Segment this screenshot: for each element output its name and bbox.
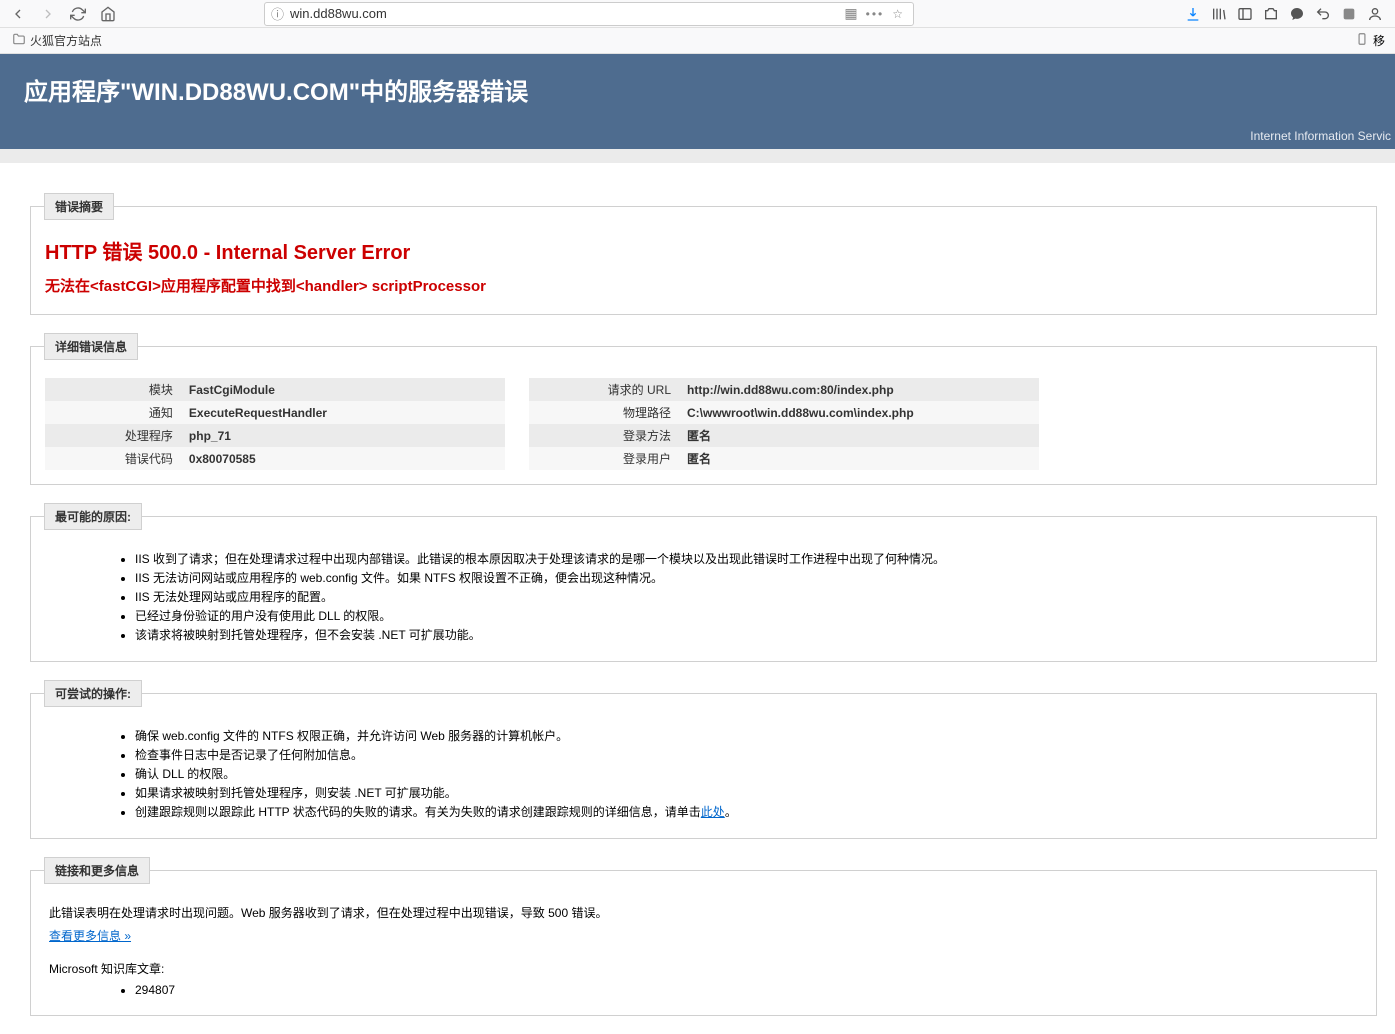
error-summary-section: 错误摘要 HTTP 错误 500.0 - Internal Server Err… — [30, 193, 1377, 315]
reload-button[interactable] — [64, 1, 92, 27]
home-button[interactable] — [94, 1, 122, 27]
page-title: 应用程序"WIN.DD88WU.COM"中的服务器错误 — [24, 72, 1371, 107]
back-button[interactable] — [4, 1, 32, 27]
kb-list: 294807 — [135, 983, 1362, 997]
action-text-suffix: 。 — [725, 805, 737, 819]
actions-legend: 可尝试的操作: — [44, 680, 142, 707]
detail-label: 请求的 URL — [529, 378, 679, 401]
table-row: 请求的 URLhttp://win.dd88wu.com:80/index.ph… — [529, 378, 1039, 401]
table-row: 模块FastCgiModule — [45, 378, 505, 401]
list-item: 如果请求被映射到托管处理程序，则安装 .NET 可扩展功能。 — [135, 784, 1362, 801]
page-header: 应用程序"WIN.DD88WU.COM"中的服务器错误 Internet Inf… — [0, 54, 1395, 149]
bookmark-label: 火狐官方站点 — [30, 32, 102, 49]
more-info-legend: 链接和更多信息 — [44, 857, 150, 884]
detail-value: 0x80070585 — [181, 447, 505, 470]
causes-section: 最可能的原因: IIS 收到了请求；但在处理请求过程中出现内部错误。此错误的根本… — [30, 503, 1377, 662]
details-table-left: 模块FastCgiModule 通知ExecuteRequestHandler … — [45, 378, 505, 470]
detail-label: 模块 — [45, 378, 181, 401]
detail-value: http://win.dd88wu.com:80/index.php — [679, 378, 1039, 401]
bookmark-star-icon[interactable]: ☆ — [892, 7, 903, 21]
error-summary-legend: 错误摘要 — [44, 193, 114, 220]
more-icon[interactable]: ••• — [866, 7, 885, 21]
details-legend: 详细错误信息 — [44, 333, 138, 360]
detail-value: 匿名 — [679, 424, 1039, 447]
more-info-section: 链接和更多信息 此错误表明在处理请求时出现问题。Web 服务器收到了请求，但在处… — [30, 857, 1377, 1016]
detail-label: 错误代码 — [45, 447, 181, 470]
extension-icon[interactable] — [1339, 4, 1359, 24]
list-item: 检查事件日志中是否记录了任何附加信息。 — [135, 746, 1362, 763]
forward-button[interactable] — [34, 1, 62, 27]
downloads-icon[interactable] — [1183, 4, 1203, 24]
error-subtitle: 无法在<fastCGI>应用程序配置中找到<handler> scriptPro… — [45, 275, 1362, 296]
list-item: 已经过身份验证的用户没有使用此 DLL 的权限。 — [135, 607, 1362, 624]
list-item: IIS 无法访问网站或应用程序的 web.config 文件。如果 NTFS 权… — [135, 569, 1362, 586]
folder-icon — [12, 32, 26, 49]
detail-value: 匿名 — [679, 447, 1039, 470]
browser-toolbar: ⓘ ▦ ••• ☆ — [0, 0, 1395, 28]
causes-list: IIS 收到了请求；但在处理请求过程中出现内部错误。此错误的根本原因取决于处理该… — [135, 550, 1362, 643]
list-item: 创建跟踪规则以跟踪此 HTTP 状态代码的失败的请求。有关为失败的请求创建跟踪规… — [135, 803, 1362, 820]
detail-label: 通知 — [45, 401, 181, 424]
list-item: IIS 收到了请求；但在处理请求过程中出现内部错误。此错误的根本原因取决于处理该… — [135, 550, 1362, 567]
details-section: 详细错误信息 模块FastCgiModule 通知ExecuteRequestH… — [30, 333, 1377, 485]
table-row: 登录用户匿名 — [529, 447, 1039, 470]
list-item: 确保 web.config 文件的 NTFS 权限正确，并允许访问 Web 服务… — [135, 727, 1362, 744]
trace-rules-link[interactable]: 此处 — [701, 805, 725, 819]
detail-label: 处理程序 — [45, 424, 181, 447]
detail-label: 物理路径 — [529, 401, 679, 424]
iis-label: Internet Information Servic — [1250, 129, 1391, 143]
actions-section: 可尝试的操作: 确保 web.config 文件的 NTFS 权限正确，并允许访… — [30, 680, 1377, 839]
list-item: IIS 无法处理网站或应用程序的配置。 — [135, 588, 1362, 605]
view-more-link[interactable]: 查看更多信息 » — [49, 927, 131, 944]
mobile-bookmark-label: 移 — [1373, 32, 1385, 49]
qr-icon[interactable]: ▦ — [844, 5, 857, 22]
library-icon[interactable] — [1209, 4, 1229, 24]
mobile-bookmark-icon[interactable] — [1355, 32, 1369, 49]
table-row: 通知ExecuteRequestHandler — [45, 401, 505, 424]
detail-value: php_71 — [181, 424, 505, 447]
details-table-right: 请求的 URLhttp://win.dd88wu.com:80/index.ph… — [529, 378, 1039, 470]
detail-value: C:\wwwroot\win.dd88wu.com\index.php — [679, 401, 1039, 424]
profile-icon[interactable] — [1365, 4, 1385, 24]
table-row: 物理路径C:\wwwroot\win.dd88wu.com\index.php — [529, 401, 1039, 424]
sidebar-icon[interactable] — [1235, 4, 1255, 24]
detail-value: ExecuteRequestHandler — [181, 401, 505, 424]
list-item: 294807 — [135, 983, 1362, 997]
bookmark-bar: 火狐官方站点 移 — [0, 28, 1395, 54]
chat-icon[interactable] — [1287, 4, 1307, 24]
list-item: 该请求将被映射到托管处理程序，但不会安装 .NET 可扩展功能。 — [135, 626, 1362, 643]
table-row: 处理程序php_71 — [45, 424, 505, 447]
detail-label: 登录用户 — [529, 447, 679, 470]
url-bar[interactable]: ⓘ ▦ ••• ☆ — [264, 2, 914, 26]
content: 错误摘要 HTTP 错误 500.0 - Internal Server Err… — [0, 163, 1395, 1016]
site-info-icon[interactable]: ⓘ — [271, 4, 284, 23]
table-row: 登录方法匿名 — [529, 424, 1039, 447]
bookmark-folder[interactable]: 火狐官方站点 — [8, 30, 106, 51]
error-title: HTTP 错误 500.0 - Internal Server Error — [45, 236, 1362, 265]
causes-legend: 最可能的原因: — [44, 503, 142, 530]
kb-label: Microsoft 知识库文章: — [49, 960, 1362, 977]
url-input[interactable] — [290, 6, 844, 21]
detail-label: 登录方法 — [529, 424, 679, 447]
screenshot-icon[interactable] — [1261, 4, 1281, 24]
action-text-prefix: 创建跟踪规则以跟踪此 HTTP 状态代码的失败的请求。有关为失败的请求创建跟踪规… — [135, 805, 701, 819]
undo-icon[interactable] — [1313, 4, 1333, 24]
actions-list: 确保 web.config 文件的 NTFS 权限正确，并允许访问 Web 服务… — [135, 727, 1362, 820]
list-item: 确认 DLL 的权限。 — [135, 765, 1362, 782]
detail-value: FastCgiModule — [181, 378, 505, 401]
more-info-text: 此错误表明在处理请求时出现问题。Web 服务器收到了请求，但在处理过程中出现错误… — [49, 904, 1362, 921]
underbar — [0, 149, 1395, 163]
table-row: 错误代码0x80070585 — [45, 447, 505, 470]
